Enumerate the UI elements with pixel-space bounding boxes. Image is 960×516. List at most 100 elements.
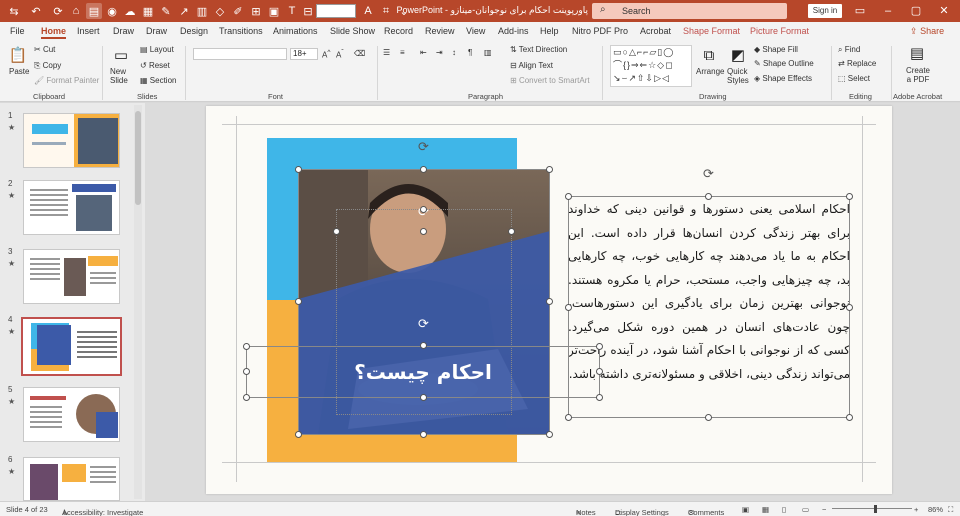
minimize-icon[interactable]: – bbox=[880, 3, 896, 19]
arrange-button[interactable]: Arrange bbox=[696, 67, 724, 76]
quick-styles-button[interactable]: Quick Styles bbox=[727, 67, 751, 85]
tab-design[interactable]: Design bbox=[180, 26, 208, 36]
undo-icon[interactable]: ↶ bbox=[28, 3, 44, 19]
paste-icon[interactable]: 📋 bbox=[8, 46, 28, 64]
copy-button[interactable]: ⎘ Copy bbox=[34, 61, 61, 71]
resize-handle[interactable] bbox=[705, 414, 712, 421]
resize-handle[interactable] bbox=[546, 431, 553, 438]
rotate-handle-icon[interactable]: ⟳ bbox=[418, 316, 429, 332]
bullets-icon[interactable]: ☰ bbox=[383, 48, 390, 57]
slide-thumbnail-1[interactable] bbox=[23, 113, 120, 168]
zoom-slider[interactable] bbox=[832, 508, 912, 509]
quick-styles-icon[interactable]: ◩ bbox=[728, 46, 748, 64]
rtl-icon[interactable]: ¶ bbox=[468, 48, 472, 57]
tab-picture-format[interactable]: Picture Format bbox=[750, 26, 809, 36]
autosave-icon[interactable]: ⇆ bbox=[6, 3, 22, 19]
shape-outline-button[interactable]: ✎ Shape Outline bbox=[754, 59, 814, 68]
zoom-slider-thumb[interactable] bbox=[874, 505, 877, 513]
crop-icon[interactable]: ⌗ bbox=[378, 3, 394, 19]
format-painter-button[interactable]: 🖌 Format Painter bbox=[34, 76, 99, 85]
resize-handle[interactable] bbox=[565, 193, 572, 200]
align-text-button[interactable]: ⊟ Align Text bbox=[510, 61, 553, 70]
shape-effects-button[interactable]: ◈ Shape Effects bbox=[754, 74, 812, 83]
resize-handle[interactable] bbox=[295, 298, 302, 305]
resize-handle[interactable] bbox=[565, 304, 572, 311]
rotate-handle-icon[interactable]: ⟳ bbox=[418, 139, 429, 155]
tab-acrobat[interactable]: Acrobat bbox=[640, 26, 671, 36]
clear-format-icon[interactable]: ⌫ bbox=[354, 49, 365, 58]
shapes-gallery[interactable]: ▭○△⌐⌐▱▯◯ ⌒{}⇒⇐☆◇◻ ↘⌣↗⇧⇩▷◁ bbox=[610, 45, 692, 87]
share-button[interactable]: ⇪ Share bbox=[910, 26, 944, 37]
columns-icon[interactable]: ▥ bbox=[484, 48, 492, 57]
slide-thumbnail-6[interactable] bbox=[23, 457, 120, 501]
shape-fill-button[interactable]: ◆ Shape Fill bbox=[754, 45, 798, 54]
resize-handle[interactable] bbox=[546, 298, 553, 305]
normal-view-icon[interactable]: ▣ bbox=[742, 505, 749, 514]
layout-button[interactable]: ▤ Layout bbox=[140, 45, 174, 54]
tab-draw-2[interactable]: Draw bbox=[146, 26, 167, 36]
create-pdf-icon[interactable]: ▤ bbox=[907, 44, 927, 62]
picture-icon[interactable]: ▣ bbox=[266, 3, 282, 19]
font-size-input[interactable]: 18+ bbox=[290, 48, 318, 60]
fit-slide-icon[interactable]: ⛶ bbox=[948, 505, 953, 515]
slide[interactable]: احکام چیست؟ احکام اسلامی یعنی دستورها و … bbox=[206, 106, 892, 494]
resize-handle[interactable] bbox=[546, 166, 553, 173]
resize-handle[interactable] bbox=[420, 206, 427, 213]
increase-indent-icon[interactable]: ⇥ bbox=[436, 48, 443, 57]
slide-thumbnail-3[interactable] bbox=[23, 249, 120, 304]
textbox-icon[interactable]: T bbox=[284, 3, 300, 19]
slide-sorter-icon[interactable]: ▤ bbox=[86, 3, 102, 19]
search-box[interactable]: ⌕ Search bbox=[592, 3, 787, 19]
resize-handle[interactable] bbox=[243, 394, 250, 401]
resize-handle[interactable] bbox=[420, 431, 427, 438]
resize-handle[interactable] bbox=[846, 193, 853, 200]
font-name-input[interactable] bbox=[193, 48, 287, 60]
draw-icon[interactable]: ✎ bbox=[158, 3, 174, 19]
zoom-in-button[interactable]: + bbox=[914, 505, 918, 514]
resize-handle[interactable] bbox=[420, 166, 427, 173]
tab-insert[interactable]: Insert bbox=[77, 26, 100, 36]
grid-icon[interactable]: ▦ bbox=[140, 3, 156, 19]
tab-transitions[interactable]: Transitions bbox=[219, 26, 263, 36]
numbering-icon[interactable]: ≡ bbox=[400, 48, 405, 57]
resize-handle[interactable] bbox=[596, 394, 603, 401]
close-icon[interactable]: ✕ bbox=[936, 3, 952, 19]
resize-handle[interactable] bbox=[420, 342, 427, 349]
resize-handle[interactable] bbox=[243, 343, 250, 350]
tab-file[interactable]: File bbox=[10, 26, 25, 36]
tab-draw[interactable]: Draw bbox=[113, 26, 134, 36]
tab-shape-format[interactable]: Shape Format bbox=[683, 26, 740, 36]
resize-handle[interactable] bbox=[508, 228, 515, 235]
section-button[interactable]: ▦ Section bbox=[140, 76, 176, 85]
decrease-indent-icon[interactable]: ⇤ bbox=[420, 48, 427, 57]
new-slide-button[interactable]: New Slide bbox=[110, 67, 134, 85]
slide-sorter-view-icon[interactable]: ▦ bbox=[762, 505, 769, 514]
tab-review[interactable]: Review bbox=[425, 26, 455, 36]
reading-view-icon[interactable]: ▯ bbox=[782, 505, 786, 514]
resize-handle[interactable] bbox=[705, 193, 712, 200]
arrange-icon[interactable]: ⧉ bbox=[699, 46, 719, 64]
font-color-icon[interactable]: A bbox=[360, 3, 376, 19]
new-slide-icon[interactable]: ▭ bbox=[111, 46, 131, 64]
resize-handle[interactable] bbox=[596, 368, 603, 375]
chart-icon[interactable]: ▥ bbox=[194, 3, 210, 19]
thumbnail-scrollbar[interactable] bbox=[134, 105, 142, 499]
zoom-out-button[interactable]: − bbox=[822, 505, 826, 514]
rotate-handle-icon[interactable]: ⟳ bbox=[703, 166, 714, 182]
slide-thumbnail-4[interactable] bbox=[21, 317, 122, 376]
tab-nitro[interactable]: Nitro PDF Pro bbox=[572, 26, 628, 36]
resize-handle[interactable] bbox=[565, 414, 572, 421]
cut-button[interactable]: ✂ Cut bbox=[34, 45, 55, 54]
resize-handle[interactable] bbox=[295, 431, 302, 438]
maximize-icon[interactable]: ▢ bbox=[908, 3, 924, 19]
line-spacing-icon[interactable]: ↕ bbox=[452, 48, 456, 57]
share-icon[interactable]: ↗ bbox=[176, 3, 192, 19]
slideshow-view-icon[interactable]: ▭ bbox=[802, 505, 809, 514]
pen-icon[interactable]: ✐ bbox=[230, 3, 246, 19]
scrollbar-thumb[interactable] bbox=[135, 111, 141, 205]
resize-handle[interactable] bbox=[243, 368, 250, 375]
zoom-level[interactable]: 86% bbox=[928, 505, 943, 514]
select-button[interactable]: ⬚ Select bbox=[838, 74, 870, 83]
table-icon[interactable]: ⊞ bbox=[248, 3, 264, 19]
format-icon[interactable]: ⊟ bbox=[300, 3, 316, 19]
